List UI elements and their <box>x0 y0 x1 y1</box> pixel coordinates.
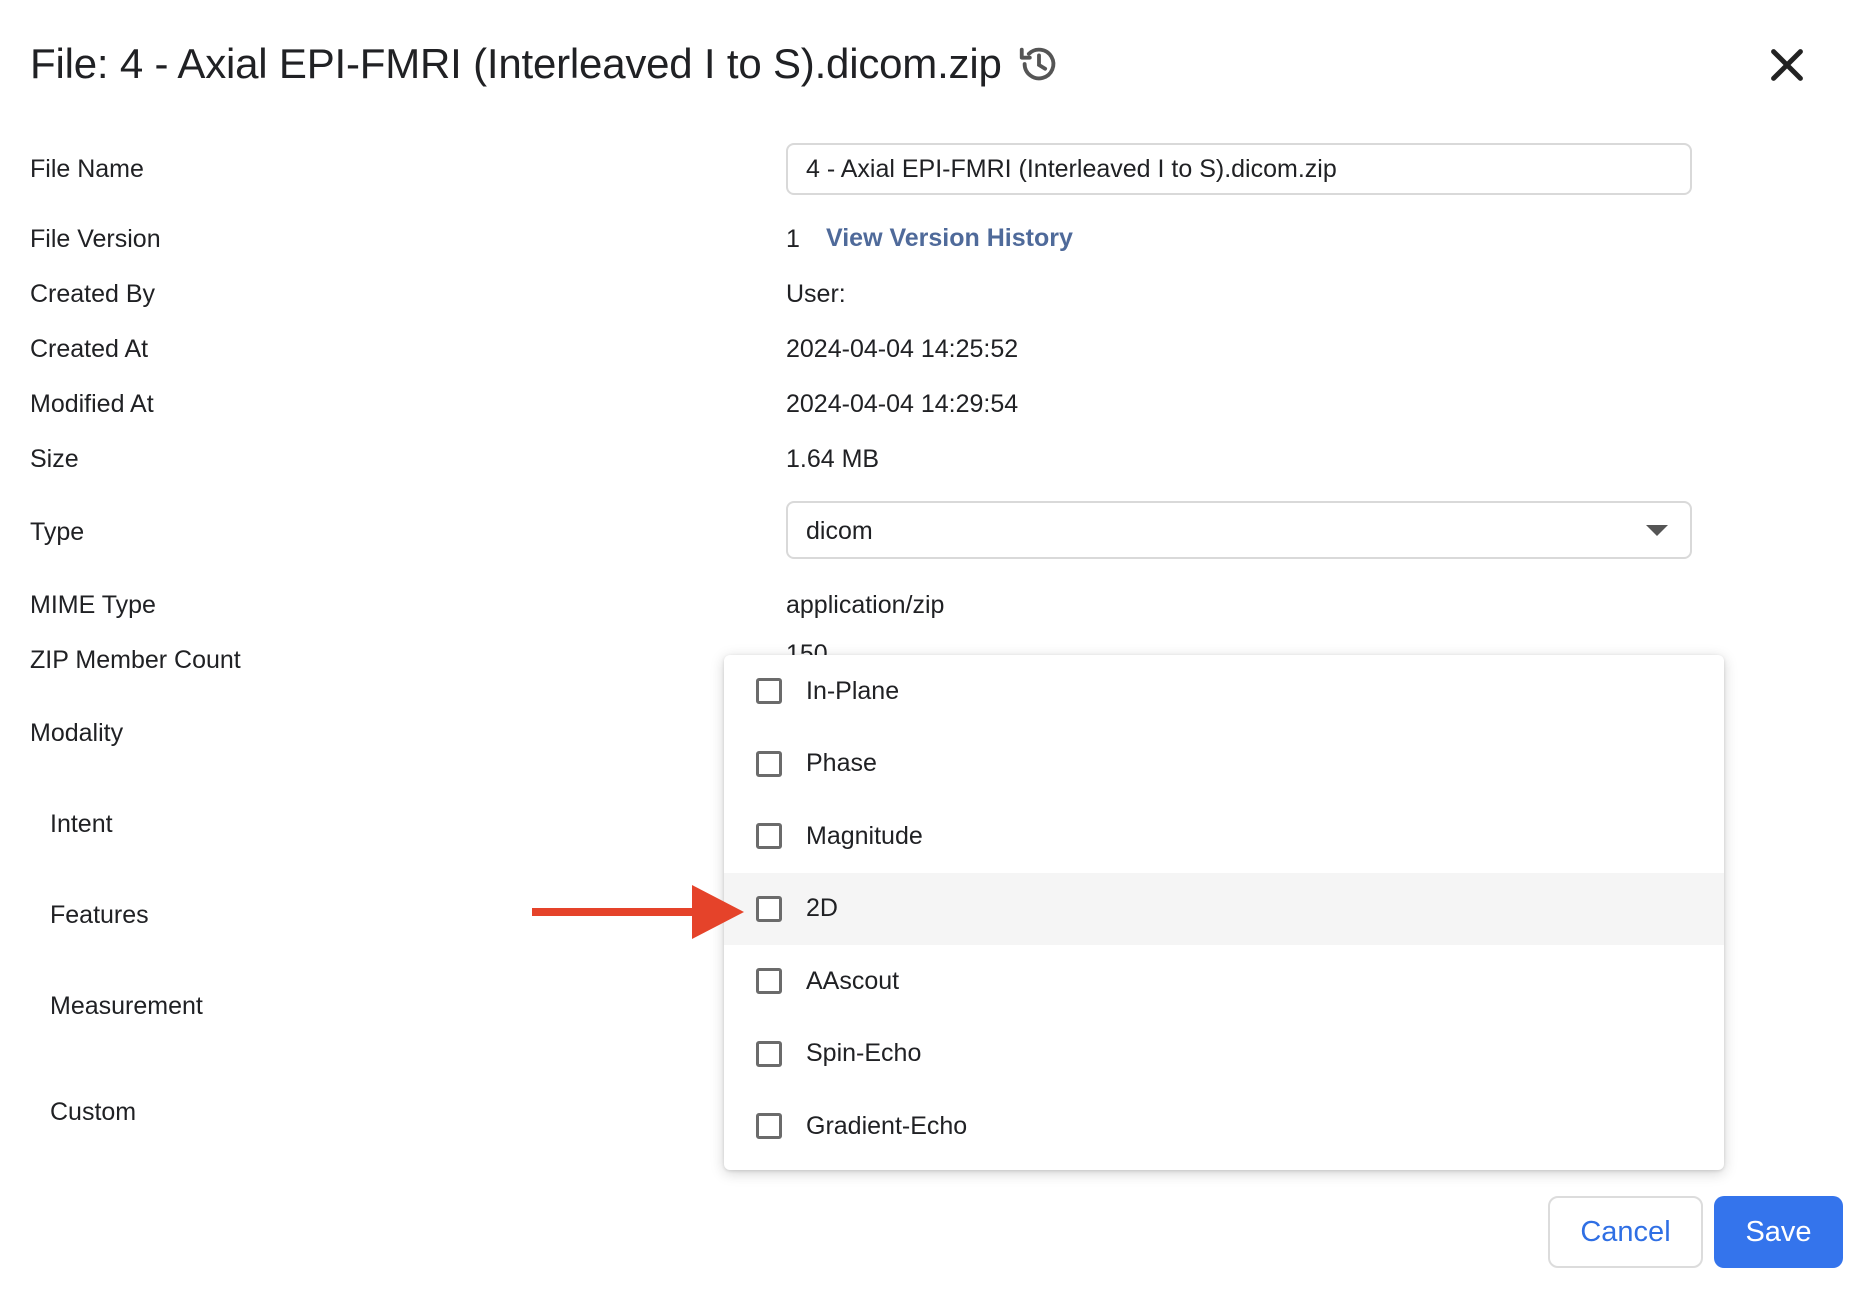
option-label: Gradient-Echo <box>806 1111 968 1140</box>
checkbox[interactable] <box>756 1113 782 1140</box>
modality-label: Modality <box>30 719 124 747</box>
modified-at-value: 2024-04-04 14:29:54 <box>786 390 1019 418</box>
option-label: Spin-Echo <box>806 1039 922 1068</box>
created-by-value: User: <box>786 280 846 308</box>
file-version-value: 1 <box>786 225 800 253</box>
dropdown-option[interactable]: Gradient-Echo <box>724 1090 1724 1163</box>
measurement-label: Measurement <box>50 992 203 1020</box>
file-name-label: File Name <box>30 155 144 183</box>
file-details-dialog: File: 4 - Axial EPI-FMRI (Interleaved I … <box>0 0 1866 1290</box>
checkbox[interactable] <box>756 823 782 850</box>
view-version-history-link[interactable]: View Version History <box>826 224 1073 253</box>
dropdown-option[interactable]: Spin-Echo <box>724 1018 1724 1091</box>
created-at-value: 2024-04-04 14:25:52 <box>786 335 1019 363</box>
features-dropdown-menu: In-Plane Phase Magnitude 2D AAscout Spin… <box>724 655 1724 1170</box>
checkbox[interactable] <box>756 678 782 705</box>
type-label: Type <box>30 518 85 546</box>
dialog-header: File: 4 - Axial EPI-FMRI (Interleaved I … <box>30 34 1062 94</box>
dropdown-option[interactable]: Magnitude <box>724 800 1724 873</box>
file-version-label: File Version <box>30 225 161 253</box>
close-icon[interactable] <box>1764 42 1810 88</box>
option-label: 2D <box>806 894 838 923</box>
chevron-down-icon <box>1646 525 1668 536</box>
custom-label: Custom <box>50 1098 137 1126</box>
checkbox[interactable] <box>756 968 782 995</box>
history-icon[interactable] <box>1016 41 1062 87</box>
checkbox[interactable] <box>756 750 782 777</box>
option-label: In-Plane <box>806 676 900 705</box>
annotation-arrow-icon <box>532 885 744 939</box>
option-label: AAscout <box>806 966 900 995</box>
created-at-label: Created At <box>30 335 149 363</box>
checkbox[interactable] <box>756 1040 782 1067</box>
dropdown-option[interactable]: AAscout <box>724 945 1724 1018</box>
dialog-title: File: 4 - Axial EPI-FMRI (Interleaved I … <box>30 40 1002 87</box>
size-value: 1.64 MB <box>786 445 880 473</box>
file-name-input[interactable] <box>786 143 1692 195</box>
type-select[interactable]: dicom <box>786 501 1692 559</box>
type-select-value: dicom <box>806 517 873 545</box>
option-label: Magnitude <box>806 821 923 850</box>
save-button[interactable]: Save <box>1714 1196 1843 1268</box>
option-label: Phase <box>806 749 877 778</box>
intent-label: Intent <box>50 810 113 838</box>
dropdown-option[interactable]: Phase <box>724 728 1724 801</box>
mime-type-value: application/zip <box>786 591 945 619</box>
dropdown-option[interactable]: In-Plane <box>724 655 1724 728</box>
mime-type-label: MIME Type <box>30 591 156 619</box>
zip-member-count-label: ZIP Member Count <box>30 646 241 674</box>
size-label: Size <box>30 445 79 473</box>
checkbox[interactable] <box>756 895 782 922</box>
created-by-label: Created By <box>30 280 156 308</box>
modified-at-label: Modified At <box>30 390 154 418</box>
features-label: Features <box>50 901 149 929</box>
cancel-button[interactable]: Cancel <box>1548 1196 1703 1268</box>
dropdown-option-highlighted[interactable]: 2D <box>724 872 1724 945</box>
